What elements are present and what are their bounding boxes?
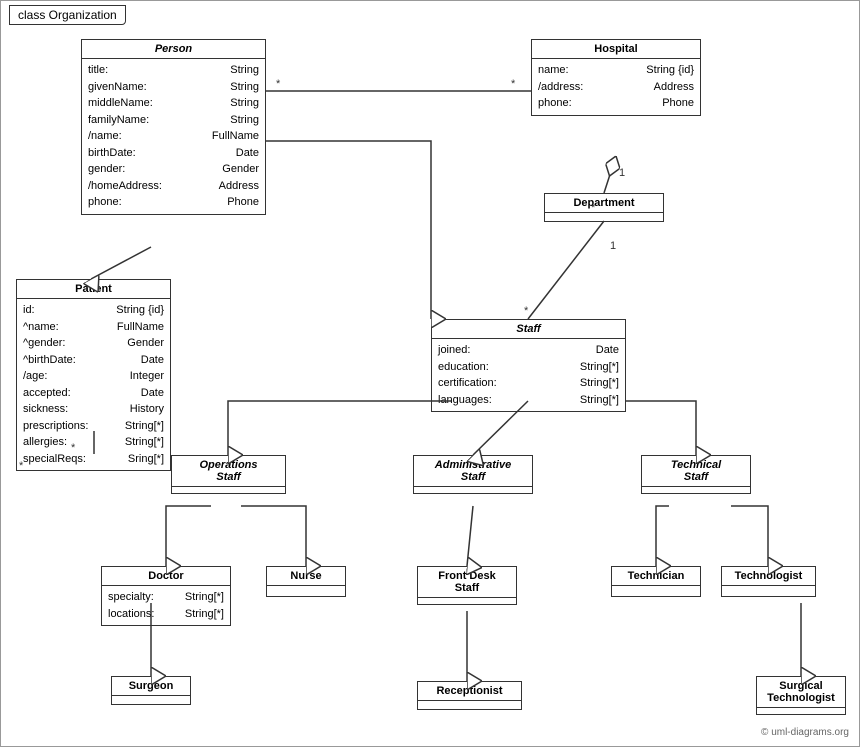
administrative-staff-body xyxy=(414,487,532,493)
staff-header: Staff xyxy=(432,320,625,339)
surgical-technologist-class: SurgicalTechnologist xyxy=(756,676,846,715)
technical-staff-header: TechnicalStaff xyxy=(642,456,750,487)
technician-class: Technician xyxy=(611,566,701,597)
doctor-header: Doctor xyxy=(102,567,230,586)
watermark: © uml-diagrams.org xyxy=(761,727,849,738)
department-class: Department xyxy=(544,193,664,222)
administrative-staff-class: AdministrativeStaff xyxy=(413,455,533,494)
diagram: class Organization Person title:String g… xyxy=(0,0,860,747)
surgical-technologist-body xyxy=(757,708,845,714)
doctor-body: specialty:String[*] locations:String[*] xyxy=(102,586,230,625)
patient-header: Patient xyxy=(17,280,170,299)
front-desk-staff-header: Front DeskStaff xyxy=(418,567,516,598)
operations-staff-class: OperationsStaff xyxy=(171,455,286,494)
patient-body: id:String {id} ^name:FullName ^gender:Ge… xyxy=(17,299,170,470)
doctor-class: Doctor specialty:String[*] locations:Str… xyxy=(101,566,231,626)
department-body xyxy=(545,213,663,221)
hospital-header: Hospital xyxy=(532,40,700,59)
technologist-body xyxy=(722,586,815,596)
svg-text:*: * xyxy=(511,78,516,90)
patient-class: Patient id:String {id} ^name:FullName ^g… xyxy=(16,279,171,471)
technologist-class: Technologist xyxy=(721,566,816,597)
receptionist-body xyxy=(418,701,521,709)
surgeon-body xyxy=(112,696,190,704)
operations-staff-body xyxy=(172,487,285,493)
technologist-header: Technologist xyxy=(722,567,815,586)
svg-text:1: 1 xyxy=(610,240,616,252)
technician-header: Technician xyxy=(612,567,700,586)
receptionist-class: Receptionist xyxy=(417,681,522,710)
surgical-technologist-header: SurgicalTechnologist xyxy=(757,677,845,708)
svg-text:*: * xyxy=(276,78,281,90)
hospital-class: Hospital name:String {id} /address:Addre… xyxy=(531,39,701,116)
person-header: Person xyxy=(82,40,265,59)
front-desk-staff-class: Front DeskStaff xyxy=(417,566,517,605)
nurse-class: Nurse xyxy=(266,566,346,597)
receptionist-header: Receptionist xyxy=(418,682,521,701)
nurse-header: Nurse xyxy=(267,567,345,586)
technical-staff-body xyxy=(642,487,750,493)
technical-staff-class: TechnicalStaff xyxy=(641,455,751,494)
administrative-staff-header: AdministrativeStaff xyxy=(414,456,532,487)
svg-text:1: 1 xyxy=(619,167,625,179)
surgeon-class: Surgeon xyxy=(111,676,191,705)
front-desk-staff-body xyxy=(418,598,516,604)
department-header: Department xyxy=(545,194,663,213)
operations-staff-header: OperationsStaff xyxy=(172,456,285,487)
staff-class: Staff joined:Date education:String[*] ce… xyxy=(431,319,626,412)
person-body: title:String givenName:String middleName… xyxy=(82,59,265,214)
staff-body: joined:Date education:String[*] certific… xyxy=(432,339,625,411)
technician-body xyxy=(612,586,700,596)
hospital-body: name:String {id} /address:Address phone:… xyxy=(532,59,700,115)
nurse-body xyxy=(267,586,345,596)
diagram-title: class Organization xyxy=(9,5,126,25)
svg-text:*: * xyxy=(524,305,529,317)
person-class: Person title:String givenName:String mid… xyxy=(81,39,266,215)
surgeon-header: Surgeon xyxy=(112,677,190,696)
